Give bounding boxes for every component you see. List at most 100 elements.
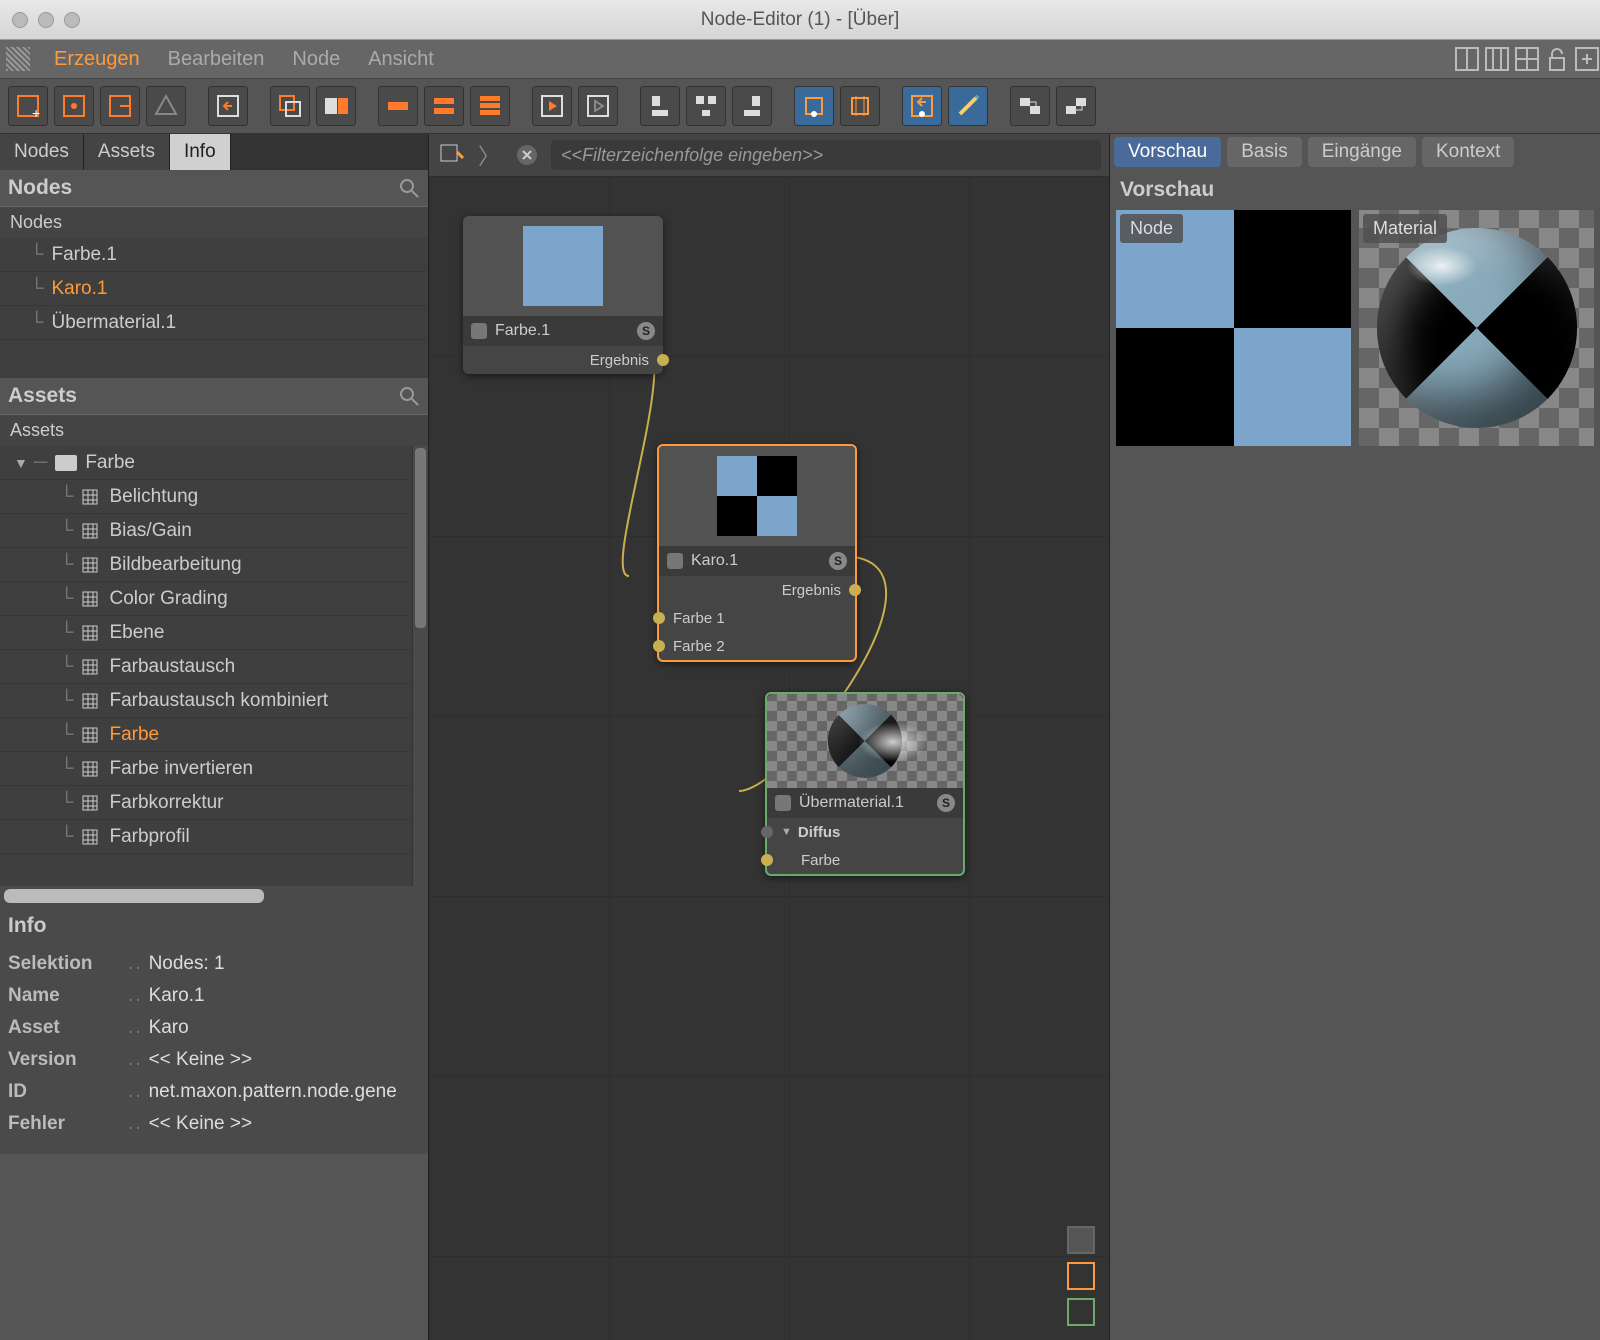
- tool-node-in[interactable]: [54, 86, 94, 126]
- tool-import[interactable]: [208, 86, 248, 126]
- node-item-ubermaterial[interactable]: └Übermaterial.1: [0, 306, 428, 340]
- tool-align-3[interactable]: [732, 86, 772, 126]
- tool-row-1[interactable]: [378, 86, 418, 126]
- asset-item[interactable]: └Farbprofil: [0, 820, 428, 854]
- output-port-ergebnis[interactable]: Ergebnis: [463, 346, 663, 374]
- preview-node[interactable]: Node: [1116, 210, 1351, 446]
- node-type-icon: [775, 795, 791, 811]
- tool-align-1[interactable]: [640, 86, 680, 126]
- minimap-bg[interactable]: [1067, 1226, 1095, 1254]
- tool-route-2[interactable]: [1056, 86, 1096, 126]
- rtab-kontext[interactable]: Kontext: [1422, 137, 1514, 167]
- info-row: Selektion..Nodes: 1: [8, 948, 420, 980]
- minimap-selected[interactable]: [1067, 1262, 1095, 1290]
- graph-node-farbe[interactable]: Farbe.1S Ergebnis: [463, 216, 663, 374]
- menubar: Erzeugen Bearbeiten Node Ansicht: [0, 40, 1600, 78]
- asset-item[interactable]: └Belichtung: [0, 480, 428, 514]
- node-item-karo[interactable]: └Karo.1: [0, 272, 428, 306]
- nodes-header-label: Nodes: [8, 176, 72, 200]
- rtab-basis[interactable]: Basis: [1227, 137, 1301, 167]
- grid-icon: [81, 522, 99, 540]
- preview-material[interactable]: Material: [1359, 210, 1594, 446]
- assets-header: Assets: [0, 378, 428, 414]
- asset-item[interactable]: └Color Grading: [0, 582, 428, 616]
- window-titlebar: Node-Editor (1) - [Über]: [0, 0, 1600, 40]
- search-icon[interactable]: [398, 385, 420, 407]
- rtab-eingaenge[interactable]: Eingänge: [1308, 137, 1416, 167]
- tool-hierarchy[interactable]: [146, 86, 186, 126]
- tab-info[interactable]: Info: [170, 134, 231, 170]
- tool-route-1[interactable]: [1010, 86, 1050, 126]
- scrollbar-vertical[interactable]: [412, 446, 428, 886]
- nodes-header: Nodes: [0, 170, 428, 206]
- asset-item[interactable]: └Farbaustausch kombiniert: [0, 684, 428, 718]
- solo-icon[interactable]: S: [637, 322, 655, 340]
- grip-icon[interactable]: [6, 47, 30, 71]
- asset-item[interactable]: └Farbe invertieren: [0, 752, 428, 786]
- filter-input[interactable]: <<Filterzeichenfolge eingeben>>: [551, 140, 1101, 170]
- svg-text:+: +: [32, 105, 40, 120]
- solo-icon[interactable]: S: [829, 552, 847, 570]
- add-panel-icon[interactable]: [1574, 46, 1600, 72]
- clear-filter-icon[interactable]: [513, 141, 541, 169]
- tool-preview-toggle[interactable]: [902, 86, 942, 126]
- assets-list-header[interactable]: Assets: [0, 414, 428, 446]
- asset-item[interactable]: └Bildbearbeitung: [0, 548, 428, 582]
- tool-cut[interactable]: [316, 86, 356, 126]
- tool-add-node[interactable]: +: [8, 86, 48, 126]
- solo-icon[interactable]: S: [937, 794, 955, 812]
- scrollbar-horizontal[interactable]: [0, 886, 428, 906]
- asset-folder-farbe[interactable]: ▼─Farbe: [0, 446, 428, 480]
- asset-item[interactable]: └Farbkorrektur: [0, 786, 428, 820]
- tool-row-3[interactable]: [470, 86, 510, 126]
- tool-snap-1[interactable]: [794, 86, 834, 126]
- node-type-icon: [667, 553, 683, 569]
- node-graph-area[interactable]: 〉 <<Filterzeichenfolge eingeben>> Farbe.…: [428, 134, 1110, 1340]
- preview-material-label: Material: [1363, 214, 1447, 243]
- input-port-farbe1[interactable]: Farbe 1: [659, 604, 855, 632]
- tool-snap-2[interactable]: [840, 86, 880, 126]
- layout-1-icon[interactable]: [1454, 46, 1480, 72]
- asset-item[interactable]: └Farbe: [0, 718, 428, 752]
- side-tabs: Nodes Assets Info: [0, 134, 428, 170]
- menu-node[interactable]: Node: [278, 48, 354, 71]
- layout-3-icon[interactable]: [1514, 46, 1540, 72]
- info-row: Fehler..<< Keine >>: [8, 1108, 420, 1140]
- layout-2-icon[interactable]: [1484, 46, 1510, 72]
- node-canvas[interactable]: Farbe.1S Ergebnis Karo.1S Ergebnis Farbe…: [429, 176, 1109, 1340]
- tool-play[interactable]: [532, 86, 572, 126]
- node-item-farbe[interactable]: └Farbe.1: [0, 238, 428, 272]
- chevron-right-icon[interactable]: 〉: [475, 141, 503, 169]
- rtab-vorschau[interactable]: Vorschau: [1114, 137, 1221, 167]
- minimap-output[interactable]: [1067, 1298, 1095, 1326]
- menu-bearbeiten[interactable]: Bearbeiten: [154, 48, 279, 71]
- tool-node-out[interactable]: [100, 86, 140, 126]
- asset-item[interactable]: └Farbaustausch: [0, 650, 428, 684]
- lock-icon[interactable]: [1544, 46, 1570, 72]
- drop-target-icon[interactable]: [437, 141, 465, 169]
- node-title: Übermaterial.1: [799, 794, 904, 812]
- output-port-ergebnis[interactable]: Ergebnis: [659, 576, 855, 604]
- grid-icon: [81, 794, 99, 812]
- menu-ansicht[interactable]: Ansicht: [354, 48, 448, 71]
- tool-row-2[interactable]: [424, 86, 464, 126]
- nodes-list-header[interactable]: Nodes: [0, 206, 428, 238]
- asset-item[interactable]: └Bias/Gain: [0, 514, 428, 548]
- tool-edit-mode[interactable]: [948, 86, 988, 126]
- group-diffus[interactable]: ▼Diffus: [767, 818, 963, 846]
- menu-erzeugen[interactable]: Erzeugen: [40, 48, 154, 71]
- graph-node-karo[interactable]: Karo.1S Ergebnis Farbe 1 Farbe 2: [657, 444, 857, 662]
- nodes-tree: └Farbe.1 └Karo.1 └Übermaterial.1: [0, 238, 428, 378]
- input-port-farbe2[interactable]: Farbe 2: [659, 632, 855, 660]
- graph-node-ubermaterial[interactable]: Übermaterial.1 S ▼Diffus Farbe: [765, 692, 965, 876]
- asset-item[interactable]: └Ebene: [0, 616, 428, 650]
- tool-play-outline[interactable]: [578, 86, 618, 126]
- tool-align-2[interactable]: [686, 86, 726, 126]
- input-port-farbe[interactable]: Farbe: [767, 846, 963, 874]
- tool-copy[interactable]: [270, 86, 310, 126]
- tab-nodes[interactable]: Nodes: [0, 134, 84, 170]
- grid-icon: [81, 692, 99, 710]
- grid-icon: [81, 658, 99, 676]
- tab-assets[interactable]: Assets: [84, 134, 170, 170]
- search-icon[interactable]: [398, 177, 420, 199]
